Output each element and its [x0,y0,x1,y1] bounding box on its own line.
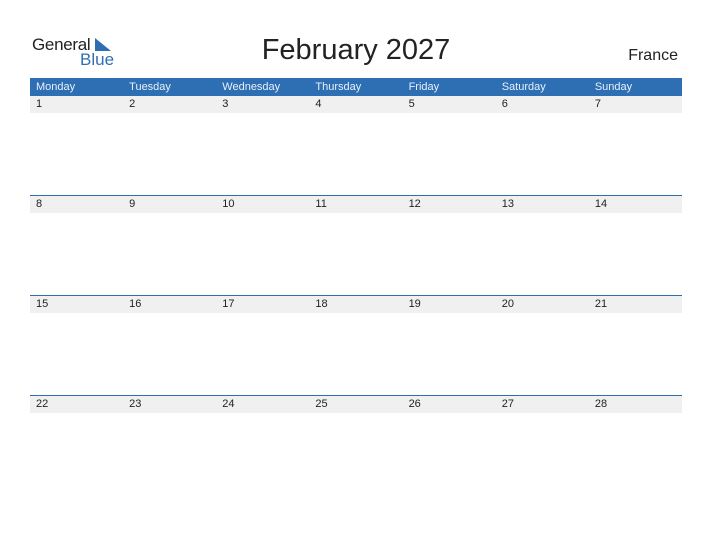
day-cell: 14 [594,198,608,210]
day-cell: 23 [129,398,142,410]
day-cell: 1 [36,98,43,110]
day-cell: 24 [222,398,235,410]
weekday-monday: Monday [36,81,76,93]
weekday-header: Monday Tuesday Wednesday Thursday Friday… [30,78,682,96]
date-strip: 22 23 24 25 26 27 28 [30,396,682,413]
page-title: February 2027 [261,34,451,66]
day-cell: 17 [222,298,235,310]
day-cell: 28 [594,398,608,410]
day-cell: 3 [222,98,229,110]
day-cell: 11 [315,198,327,210]
day-cell: 7 [594,98,601,110]
weekday-thursday: Thursday [315,81,362,93]
day-cell: 5 [408,98,415,110]
date-strip: 1 2 3 4 5 6 7 [30,96,682,113]
week-row: 8 9 10 11 12 13 14 [30,195,682,295]
country-label: France [628,47,678,64]
day-cell: 20 [501,298,514,310]
day-cell: 13 [501,198,514,210]
weekday-sunday: Sunday [594,81,633,93]
weekday-wednesday: Wednesday [222,81,281,93]
week-row: 22 23 24 25 26 27 28 [30,395,682,495]
day-cell: 15 [36,298,49,310]
day-cell: 19 [408,298,421,310]
day-cell: 2 [129,98,136,110]
calendar-grid: Monday Tuesday Wednesday Thursday Friday… [30,78,682,495]
day-cell: 16 [129,298,142,310]
day-cell: 18 [315,298,328,310]
day-cell: 22 [36,398,49,410]
day-cell: 25 [315,398,328,410]
weekday-saturday: Saturday [501,81,546,93]
day-cell: 10 [222,198,235,210]
day-cell: 21 [594,298,608,310]
day-cell: 4 [315,98,322,110]
weekday-tuesday: Tuesday [129,81,171,93]
day-cell: 9 [129,198,136,210]
week-row: 1 2 3 4 5 6 7 [30,96,682,195]
day-cell: 8 [36,198,43,210]
day-cell: 12 [408,198,421,210]
day-cell: 6 [501,98,508,110]
day-cell: 26 [408,398,421,410]
week-row: 15 16 17 18 19 20 21 [30,295,682,395]
weekday-friday: Friday [408,81,440,93]
day-cell: 27 [501,398,514,410]
date-strip: 8 9 10 11 12 13 14 [30,196,682,213]
date-strip: 15 16 17 18 19 20 21 [30,296,682,313]
